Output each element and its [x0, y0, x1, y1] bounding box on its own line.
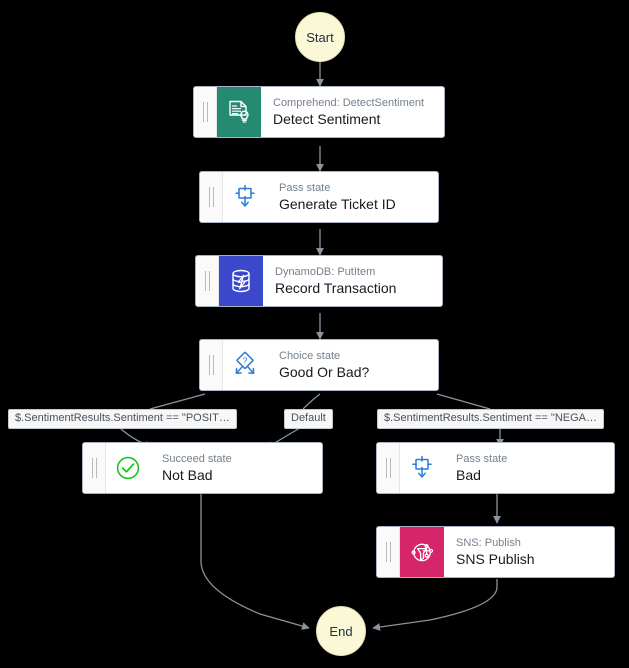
- drag-handle[interactable]: [377, 443, 400, 493]
- state-node-good-or-bad[interactable]: ? Choice state Good Or Bad?: [199, 339, 439, 391]
- dynamodb-icon: [219, 256, 263, 306]
- state-node-labels: Pass state Bad: [444, 443, 614, 493]
- state-name-label: Good Or Bad?: [279, 364, 370, 380]
- state-node-generate-ticket-id[interactable]: Pass state Generate Ticket ID: [199, 171, 439, 223]
- state-node-labels: DynamoDB: PutItem Record Transaction: [263, 256, 442, 306]
- state-resource-label: Pass state: [456, 453, 508, 465]
- state-node-labels: Succeed state Not Bad: [150, 443, 322, 493]
- state-node-bad[interactable]: Pass state Bad: [376, 442, 615, 494]
- start-node-label: Start: [306, 29, 334, 45]
- state-resource-label: Choice state: [279, 350, 341, 362]
- state-name-label: SNS Publish: [456, 551, 535, 567]
- svg-text:?: ?: [243, 355, 248, 365]
- sns-icon: [400, 527, 444, 577]
- edge-not-bad-to-end: [200, 494, 310, 630]
- state-node-labels: SNS: Publish SNS Publish: [444, 527, 614, 577]
- state-resource-label: Pass state: [279, 182, 331, 194]
- edge-label-text: $.SentimentResults.Sentiment == "POSIT…: [15, 412, 230, 424]
- state-name-label: Generate Ticket ID: [279, 196, 396, 212]
- edge-label-text: $.SentimentResults.Sentiment == "NEGA…: [384, 412, 598, 424]
- state-node-sns-publish[interactable]: SNS: Publish SNS Publish: [376, 526, 615, 578]
- edge-label-negative: $.SentimentResults.Sentiment == "NEGA…: [377, 409, 605, 429]
- pass-state-icon: [223, 172, 267, 222]
- drag-handle[interactable]: [196, 256, 219, 306]
- state-node-detect-sentiment[interactable]: Comprehend: DetectSentiment Detect Senti…: [193, 86, 445, 138]
- state-node-record-transaction[interactable]: DynamoDB: PutItem Record Transaction: [195, 255, 443, 307]
- state-resource-label: DynamoDB: PutItem: [275, 266, 376, 278]
- edge-label-positive: $.SentimentResults.Sentiment == "POSIT…: [8, 409, 237, 429]
- edge-good-or-bad-to-default-label: [302, 393, 321, 410]
- drag-handle[interactable]: [194, 87, 217, 137]
- state-name-label: Detect Sentiment: [273, 111, 381, 127]
- state-resource-label: SNS: Publish: [456, 537, 521, 549]
- edge-label-default: Default: [284, 409, 333, 429]
- state-name-label: Record Transaction: [275, 280, 397, 296]
- end-node-label: End: [329, 623, 353, 639]
- end-node[interactable]: End: [316, 606, 366, 656]
- edge-good-or-bad-to-negative-label: [436, 393, 491, 410]
- start-node[interactable]: Start: [295, 12, 345, 62]
- edge-sns-publish-to-end: [372, 579, 498, 631]
- comprehend-icon: [217, 87, 261, 137]
- drag-handle[interactable]: [83, 443, 106, 493]
- state-name-label: Bad: [456, 467, 481, 483]
- workflow-graph-canvas: Start Comprehend: DetectSentiment Detect…: [0, 0, 629, 668]
- choice-state-icon: ?: [223, 340, 267, 390]
- drag-handle[interactable]: [377, 527, 400, 577]
- state-resource-label: Comprehend: DetectSentiment: [273, 97, 425, 109]
- edge-good-or-bad-to-positive-label: [149, 393, 206, 410]
- state-name-label: Not Bad: [162, 467, 213, 483]
- state-node-labels: Comprehend: DetectSentiment Detect Senti…: [261, 87, 444, 137]
- state-node-labels: Choice state Good Or Bad?: [267, 340, 438, 390]
- drag-handle[interactable]: [200, 172, 223, 222]
- succeed-state-icon: [106, 443, 150, 493]
- pass-state-icon: [400, 443, 444, 493]
- state-resource-label: Succeed state: [162, 453, 232, 465]
- edge-label-text: Default: [291, 412, 326, 424]
- state-node-labels: Pass state Generate Ticket ID: [267, 172, 438, 222]
- state-node-not-bad[interactable]: Succeed state Not Bad: [82, 442, 323, 494]
- drag-handle[interactable]: [200, 340, 223, 390]
